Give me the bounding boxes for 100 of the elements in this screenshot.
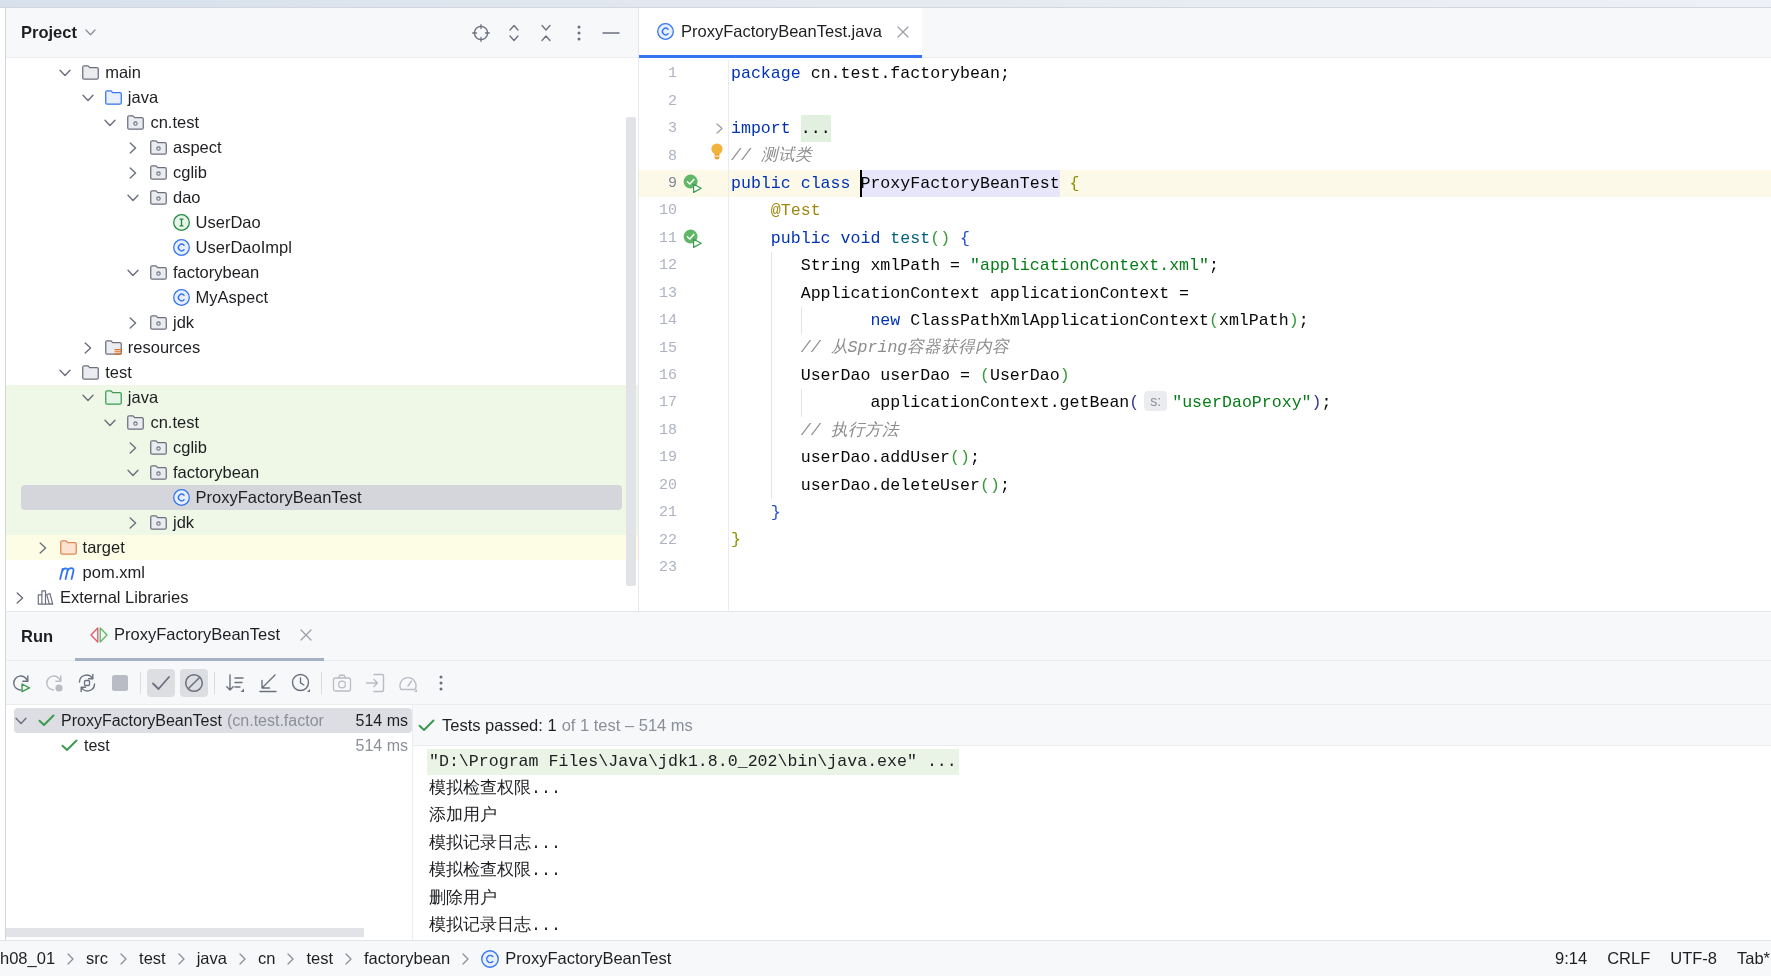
- chevron-down-icon: [84, 29, 96, 36]
- close-icon[interactable]: [896, 25, 909, 38]
- tree-item[interactable]: cn.test: [6, 410, 638, 435]
- run-check-icon[interactable]: [683, 173, 702, 193]
- code-line: }: [770, 502, 781, 524]
- status-item[interactable]: Tab*: [1736, 949, 1770, 968]
- line-number: 8: [667, 147, 677, 165]
- clock-icon[interactable]: [291, 672, 311, 693]
- tree-item[interactable]: factorybean: [6, 460, 638, 485]
- breadcrumb-item[interactable]: factorybean: [364, 949, 451, 968]
- chevron-down-icon[interactable]: [127, 193, 139, 202]
- run-check-icon[interactable]: [683, 228, 702, 248]
- tree-item[interactable]: java: [6, 85, 638, 110]
- arrow-down-left-icon[interactable]: [258, 672, 278, 693]
- tree-item[interactable]: target: [6, 535, 638, 560]
- line-number: 11: [658, 229, 677, 247]
- tree-item[interactable]: dao: [6, 185, 638, 210]
- crosshair-icon[interactable]: [472, 23, 490, 42]
- breadcrumb-item[interactable]: test: [306, 949, 333, 968]
- console-line: 删除用户: [428, 887, 498, 910]
- scrollbar-thumb[interactable]: [6, 928, 364, 937]
- tree-item[interactable]: aspect: [6, 135, 638, 160]
- breadcrumb-item[interactable]: src: [86, 949, 109, 968]
- chevron-right-icon[interactable]: [129, 316, 137, 329]
- breadcrumb-item[interactable]: ProxyFactoryBeanTest: [481, 949, 672, 968]
- tree-item[interactable]: UserDao: [6, 210, 638, 235]
- chevron-down-icon[interactable]: [59, 68, 72, 77]
- breadcrumb-item[interactable]: test: [139, 949, 166, 968]
- tree-item[interactable]: test: [6, 360, 638, 385]
- console-line: 模拟检查权限...: [428, 860, 562, 883]
- status-item[interactable]: 9:14: [1555, 949, 1588, 968]
- line-number: 16: [658, 367, 677, 385]
- chevron-down-icon[interactable]: [127, 468, 139, 477]
- c-circle-icon: [481, 949, 500, 968]
- chevron-right-icon: [238, 952, 246, 965]
- chevron-down-icon[interactable]: [15, 716, 27, 725]
- line-number: 22: [658, 531, 677, 549]
- console-line: 添加用户: [428, 805, 498, 828]
- chevron-right-icon[interactable]: [129, 516, 137, 529]
- line-number: 2: [667, 92, 677, 110]
- breadcrumb-item[interactable]: h08_01: [0, 949, 56, 968]
- code-line: String xmlPath = "applicationContext.xml";: [800, 255, 1219, 278]
- tree-item[interactable]: External Libraries: [6, 585, 638, 610]
- breadcrumb-item[interactable]: cn: [257, 949, 276, 968]
- tree-item[interactable]: ProxyFactoryBeanTest: [21, 485, 622, 510]
- tree-item[interactable]: jdk: [6, 310, 638, 335]
- chevron-right-icon[interactable]: [83, 341, 92, 354]
- cycle-arrows-icon[interactable]: [77, 672, 97, 693]
- test-tree-item[interactable]: test 514 ms: [14, 733, 412, 758]
- tree-item[interactable]: pom.xml: [6, 560, 638, 585]
- summary-detail: of 1 test – 514 ms: [561, 715, 693, 735]
- tree-item[interactable]: factorybean: [6, 260, 638, 285]
- circular-arrow-play-icon[interactable]: [11, 672, 31, 693]
- tree-item[interactable]: cglib: [6, 160, 638, 185]
- code-line: @Test: [770, 200, 821, 223]
- tree-item[interactable]: main: [6, 60, 638, 85]
- chevron-down-icon[interactable]: [104, 118, 117, 127]
- tree-item[interactable]: java: [6, 385, 638, 410]
- more-vertical-icon[interactable]: [439, 674, 443, 691]
- line-number: 1: [667, 65, 677, 83]
- chevron-right-icon: [462, 952, 470, 965]
- code-line: public void test() {: [770, 227, 970, 250]
- chevron-down-icon[interactable]: [127, 268, 139, 277]
- line-number: 9: [667, 174, 677, 192]
- chevron-down-icon[interactable]: [81, 393, 94, 402]
- chevron-down-icon[interactable]: [59, 368, 72, 377]
- chevron-right-icon[interactable]: [16, 591, 24, 604]
- close-icon[interactable]: [300, 628, 313, 641]
- tree-item[interactable]: cglib: [6, 435, 638, 460]
- status-item[interactable]: UTF-8: [1670, 949, 1717, 968]
- tree-item[interactable]: jdk: [6, 510, 638, 535]
- tool-window-title: Run: [21, 626, 54, 646]
- code-line: new ClassPathXmlApplicationContext(xmlPath);: [870, 309, 1309, 332]
- sort-arrow-lines-icon[interactable]: [225, 672, 245, 693]
- line-number: 10: [658, 202, 677, 220]
- tree-item[interactable]: MyAspect: [6, 285, 638, 310]
- tree-item[interactable]: resources: [6, 335, 638, 360]
- folder-lines-icon: [104, 340, 122, 355]
- editor-tab[interactable]: ProxyFactoryBeanTest.java: [639, 8, 922, 58]
- chevron-down-icon[interactable]: [81, 93, 94, 102]
- scrollbar-thumb[interactable]: [626, 117, 636, 586]
- chevron-right-icon[interactable]: [129, 141, 137, 154]
- tree-item[interactable]: UserDaoImpl: [6, 235, 638, 260]
- status-item[interactable]: CRLF: [1607, 949, 1651, 968]
- line-number: 23: [658, 559, 677, 577]
- tree-item[interactable]: cn.test: [6, 110, 638, 135]
- fold-chevron-icon[interactable]: [716, 123, 723, 135]
- minimize-icon[interactable]: [602, 31, 620, 34]
- chevron-right-icon[interactable]: [129, 166, 137, 179]
- line-number: 14: [658, 312, 677, 330]
- chevron-down-icon[interactable]: [104, 418, 117, 427]
- test-tree-item[interactable]: ProxyFactoryBeanTest (cn.test.factor 514 ms: [14, 708, 412, 733]
- chevron-right-icon[interactable]: [38, 541, 47, 554]
- view-selector[interactable]: Project: [18, 23, 99, 42]
- chevron-right-icon: [120, 952, 128, 965]
- code-line: applicationContext.getBean( s: "userDaoProxy");: [870, 390, 1332, 415]
- folder-icon: [104, 390, 122, 405]
- more-vertical-icon[interactable]: [576, 24, 581, 41]
- breadcrumb-item[interactable]: java: [196, 949, 227, 968]
- chevron-right-icon[interactable]: [129, 441, 137, 454]
